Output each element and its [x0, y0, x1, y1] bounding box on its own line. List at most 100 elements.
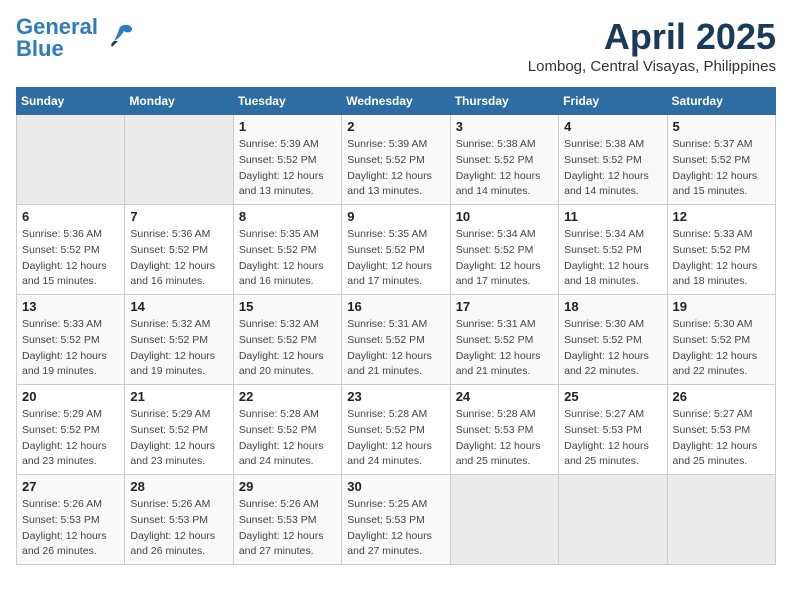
day-number: 1 — [239, 119, 336, 134]
calendar-cell — [450, 475, 558, 565]
calendar-cell: 25Sunrise: 5:27 AMSunset: 5:53 PMDayligh… — [559, 385, 667, 475]
week-row-4: 20 Sunrise: 5:29 AMSunset: 5:52 PMDayligh… — [17, 385, 776, 475]
calendar-cell: 23 Sunrise: 5:28 AMSunset: 5:52 PMDayligh… — [342, 385, 450, 475]
day-info: Sunrise: 5:26 AMSunset: 5:53 PMDaylight:… — [130, 497, 227, 560]
day-number: 24 — [456, 389, 553, 404]
calendar-cell: 13Sunrise: 5:33 AMSunset: 5:52 PMDayligh… — [17, 295, 125, 385]
calendar-cell: 12 Sunrise: 5:33 AMSunset: 5:52 PMDayligh… — [667, 205, 775, 295]
logo-bird-icon — [104, 19, 136, 58]
calendar-cell: 14 Sunrise: 5:32 AMSunset: 5:52 PMDayligh… — [125, 295, 233, 385]
day-number: 8 — [239, 209, 336, 224]
calendar-cell: 4 Sunrise: 5:38 AMSunset: 5:52 PMDaylight… — [559, 115, 667, 205]
calendar-cell: 17Sunrise: 5:31 AMSunset: 5:52 PMDayligh… — [450, 295, 558, 385]
day-number: 30 — [347, 479, 444, 494]
title-area: April 2025 Lombog, Central Visayas, Phil… — [528, 16, 776, 75]
day-info: Sunrise: 5:32 AMSunset: 5:52 PMDaylight:… — [130, 317, 227, 380]
header: General Blue April 2025 Lombog, Central … — [16, 16, 776, 75]
logo-text-line2: Blue — [16, 38, 98, 60]
day-number: 15 — [239, 299, 336, 314]
week-row-2: 6 Sunrise: 5:36 AMSunset: 5:52 PMDaylight… — [17, 205, 776, 295]
calendar-cell: 7Sunrise: 5:36 AMSunset: 5:52 PMDaylight… — [125, 205, 233, 295]
day-number: 28 — [130, 479, 227, 494]
calendar-cell: 3 Sunrise: 5:38 AMSunset: 5:52 PMDaylight… — [450, 115, 558, 205]
calendar-cell: 11Sunrise: 5:34 AMSunset: 5:52 PMDayligh… — [559, 205, 667, 295]
header-day-saturday: Saturday — [667, 88, 775, 115]
calendar-cell — [667, 475, 775, 565]
day-number: 16 — [347, 299, 444, 314]
header-day-sunday: Sunday — [17, 88, 125, 115]
calendar-cell: 19 Sunrise: 5:30 AMSunset: 5:52 PMDayligh… — [667, 295, 775, 385]
day-info: Sunrise: 5:36 AMSunset: 5:52 PMDaylight:… — [22, 227, 119, 290]
day-number: 25 — [564, 389, 661, 404]
day-number: 29 — [239, 479, 336, 494]
header-day-friday: Friday — [559, 88, 667, 115]
calendar-cell: 30 Sunrise: 5:25 AMSunset: 5:53 PMDayligh… — [342, 475, 450, 565]
calendar-cell: 9 Sunrise: 5:35 AMSunset: 5:52 PMDaylight… — [342, 205, 450, 295]
calendar-cell: 8 Sunrise: 5:35 AMSunset: 5:52 PMDaylight… — [233, 205, 341, 295]
calendar-cell: 2 Sunrise: 5:39 AMSunset: 5:52 PMDaylight… — [342, 115, 450, 205]
day-number: 6 — [22, 209, 119, 224]
week-row-1: 1 Sunrise: 5:39 AMSunset: 5:52 PMDaylight… — [17, 115, 776, 205]
day-info: Sunrise: 5:35 AMSunset: 5:52 PMDaylight:… — [347, 227, 444, 290]
calendar-cell: 18Sunrise: 5:30 AMSunset: 5:52 PMDayligh… — [559, 295, 667, 385]
day-info: Sunrise: 5:26 AMSunset: 5:53 PMDaylight:… — [22, 497, 119, 560]
calendar-header-row: SundayMondayTuesdayWednesdayThursdayFrid… — [17, 88, 776, 115]
header-day-thursday: Thursday — [450, 88, 558, 115]
day-number: 4 — [564, 119, 661, 134]
day-number: 7 — [130, 209, 227, 224]
calendar-cell: 5 Sunrise: 5:37 AMSunset: 5:52 PMDaylight… — [667, 115, 775, 205]
calendar-cell — [559, 475, 667, 565]
day-number: 23 — [347, 389, 444, 404]
day-info: Sunrise: 5:38 AMSunset: 5:52 PMDaylight:… — [564, 137, 661, 200]
day-number: 20 — [22, 389, 119, 404]
day-info: Sunrise: 5:34 AMSunset: 5:52 PMDaylight:… — [564, 227, 661, 290]
calendar-cell — [17, 115, 125, 205]
calendar-cell: 6 Sunrise: 5:36 AMSunset: 5:52 PMDaylight… — [17, 205, 125, 295]
day-info: Sunrise: 5:30 AMSunset: 5:52 PMDaylight:… — [564, 317, 661, 380]
day-number: 14 — [130, 299, 227, 314]
day-info: Sunrise: 5:30 AMSunset: 5:52 PMDaylight:… — [673, 317, 770, 380]
day-number: 5 — [673, 119, 770, 134]
month-year-title: April 2025 — [528, 16, 776, 58]
calendar-cell — [125, 115, 233, 205]
day-info: Sunrise: 5:28 AMSunset: 5:52 PMDaylight:… — [239, 407, 336, 470]
header-day-monday: Monday — [125, 88, 233, 115]
week-row-3: 13Sunrise: 5:33 AMSunset: 5:52 PMDayligh… — [17, 295, 776, 385]
day-number: 9 — [347, 209, 444, 224]
day-info: Sunrise: 5:27 AMSunset: 5:53 PMDaylight:… — [673, 407, 770, 470]
calendar-cell: 1 Sunrise: 5:39 AMSunset: 5:52 PMDaylight… — [233, 115, 341, 205]
day-info: Sunrise: 5:29 AMSunset: 5:52 PMDaylight:… — [130, 407, 227, 470]
day-info: Sunrise: 5:39 AMSunset: 5:52 PMDaylight:… — [347, 137, 444, 200]
header-day-wednesday: Wednesday — [342, 88, 450, 115]
calendar-cell: 16Sunrise: 5:31 AMSunset: 5:52 PMDayligh… — [342, 295, 450, 385]
day-number: 13 — [22, 299, 119, 314]
day-number: 3 — [456, 119, 553, 134]
day-number: 26 — [673, 389, 770, 404]
calendar-cell: 15 Sunrise: 5:32 AMSunset: 5:52 PMDayligh… — [233, 295, 341, 385]
calendar-cell: 29 Sunrise: 5:26 AMSunset: 5:53 PMDayligh… — [233, 475, 341, 565]
calendar-cell: 24 Sunrise: 5:28 AMSunset: 5:53 PMDayligh… — [450, 385, 558, 475]
day-info: Sunrise: 5:26 AMSunset: 5:53 PMDaylight:… — [239, 497, 336, 560]
day-info: Sunrise: 5:34 AMSunset: 5:52 PMDaylight:… — [456, 227, 553, 290]
logo: General Blue — [16, 16, 136, 60]
day-info: Sunrise: 5:37 AMSunset: 5:52 PMDaylight:… — [673, 137, 770, 200]
day-info: Sunrise: 5:39 AMSunset: 5:52 PMDaylight:… — [239, 137, 336, 200]
day-info: Sunrise: 5:25 AMSunset: 5:53 PMDaylight:… — [347, 497, 444, 560]
day-info: Sunrise: 5:28 AMSunset: 5:52 PMDaylight:… — [347, 407, 444, 470]
calendar-cell: 21Sunrise: 5:29 AMSunset: 5:52 PMDayligh… — [125, 385, 233, 475]
day-info: Sunrise: 5:32 AMSunset: 5:52 PMDaylight:… — [239, 317, 336, 380]
calendar-cell: 20Sunrise: 5:29 AMSunset: 5:52 PMDayligh… — [17, 385, 125, 475]
week-row-5: 27 Sunrise: 5:26 AMSunset: 5:53 PMDayligh… — [17, 475, 776, 565]
day-info: Sunrise: 5:35 AMSunset: 5:52 PMDaylight:… — [239, 227, 336, 290]
day-number: 27 — [22, 479, 119, 494]
day-number: 19 — [673, 299, 770, 314]
day-number: 2 — [347, 119, 444, 134]
day-info: Sunrise: 5:28 AMSunset: 5:53 PMDaylight:… — [456, 407, 553, 470]
day-info: Sunrise: 5:38 AMSunset: 5:52 PMDaylight:… — [456, 137, 553, 200]
day-number: 12 — [673, 209, 770, 224]
calendar-cell: 28 Sunrise: 5:26 AMSunset: 5:53 PMDayligh… — [125, 475, 233, 565]
day-info: Sunrise: 5:33 AMSunset: 5:52 PMDaylight:… — [673, 227, 770, 290]
day-info: Sunrise: 5:31 AMSunset: 5:52 PMDaylight:… — [456, 317, 553, 380]
calendar-body: 1 Sunrise: 5:39 AMSunset: 5:52 PMDaylight… — [17, 115, 776, 565]
logo-text-line1: General — [16, 16, 98, 38]
